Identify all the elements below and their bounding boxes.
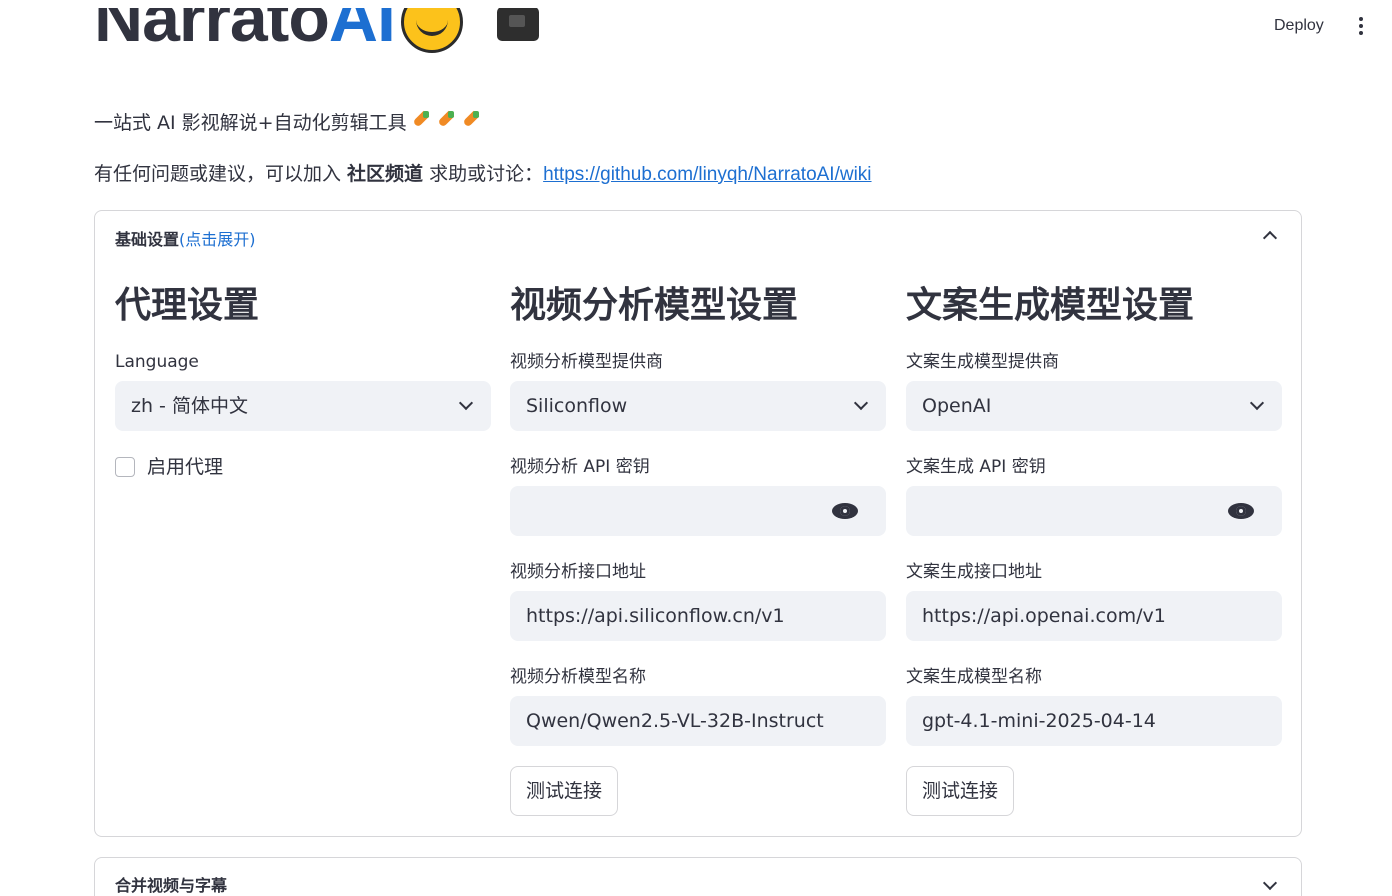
carrot-emoji-icon [410, 111, 432, 133]
deploy-button[interactable]: Deploy [1266, 14, 1332, 38]
video-model-name-input[interactable]: Qwen/Qwen2.5-VL-32B-Instruct [510, 696, 886, 746]
main-menu-icon[interactable] [1350, 14, 1372, 38]
chevron-down-icon[interactable] [1262, 875, 1278, 891]
page-title: Narrato AI [94, 8, 539, 78]
carrot-emoji-icon [435, 111, 457, 133]
enable-proxy-checkbox[interactable] [115, 457, 135, 477]
text-base-url-input[interactable]: https://api.openai.com/v1 [906, 591, 1282, 641]
subtitle: 一站式 AI 影视解说+自动化剪辑工具 [94, 109, 482, 137]
community-channel-label: 社区频道 [347, 163, 424, 185]
text-api-key-label: 文案生成 API 密钥 [906, 457, 1046, 477]
chevron-down-icon [853, 395, 869, 411]
text-model-name-input[interactable]: gpt-4.1-mini-2025-04-14 [906, 696, 1282, 746]
chevron-down-icon [458, 395, 474, 411]
text-test-connection-button[interactable]: 测试连接 [906, 766, 1015, 816]
eye-icon[interactable] [832, 503, 858, 519]
expand-hint: (点击展开) [179, 230, 256, 249]
wiki-link[interactable]: https://github.com/linyqh/NarratoAI/wiki [543, 164, 871, 185]
language-select[interactable]: zh - 简体中文 [115, 381, 491, 431]
video-api-key-input[interactable] [510, 486, 886, 536]
video-base-url-input[interactable]: https://api.siliconflow.cn/v1 [510, 591, 886, 641]
eye-icon[interactable] [1228, 503, 1254, 519]
chevron-down-icon [1249, 395, 1265, 411]
subtitle-text: 一站式 AI 影视解说+自动化剪辑工具 [94, 112, 407, 134]
video-provider-select[interactable]: Siliconflow [510, 381, 886, 431]
title-part-2: AI [328, 8, 396, 56]
language-label: Language [115, 352, 199, 372]
text-api-key-input[interactable] [906, 486, 1282, 536]
enable-proxy-label: 启用代理 [147, 456, 224, 478]
video-provider-label: 视频分析模型提供商 [510, 352, 663, 372]
chevron-up-icon[interactable] [1262, 230, 1278, 246]
text-provider-value: OpenAI [922, 395, 992, 417]
help-text: 有任何问题或建议，可以加入 社区频道 求助或讨论：https://github.… [94, 160, 872, 189]
movie-camera-emoji-icon [496, 8, 539, 41]
merge-section-title: 合并视频与字幕 [115, 876, 228, 895]
language-value: zh - 简体中文 [131, 395, 248, 417]
basic-settings-expander: 基础设置(点击展开) 代理设置 Language zh - 简体中文 启用代理 … [94, 210, 1302, 837]
merge-video-subtitle-expander[interactable]: 合并视频与字幕 [94, 857, 1302, 896]
video-base-url-label: 视频分析接口地址 [510, 562, 646, 582]
video-test-connection-button[interactable]: 测试连接 [510, 766, 619, 816]
video-api-key-label: 视频分析 API 密钥 [510, 457, 650, 477]
text-base-url-label: 文案生成接口地址 [906, 562, 1042, 582]
text-model-name-label: 文案生成模型名称 [906, 667, 1042, 687]
title-part-1: Narrato [94, 8, 330, 56]
carrot-emoji-icon [460, 111, 482, 133]
video-model-name-label: 视频分析模型名称 [510, 667, 646, 687]
text-model-heading: 文案生成模型设置 [906, 285, 1195, 326]
smile-emoji-icon [400, 8, 463, 53]
basic-settings-title: 基础设置 [115, 230, 180, 249]
text-provider-select[interactable]: OpenAI [906, 381, 1282, 431]
help-prefix: 有任何问题或建议，可以加入 [94, 163, 348, 185]
video-model-heading: 视频分析模型设置 [510, 285, 799, 326]
basic-settings-header[interactable]: 基础设置(点击展开) [115, 229, 256, 251]
proxy-settings-heading: 代理设置 [115, 285, 260, 326]
text-provider-label: 文案生成模型提供商 [906, 352, 1059, 372]
video-provider-value: Siliconflow [526, 395, 628, 417]
help-middle: 求助或讨论： [423, 163, 544, 185]
enable-proxy-row[interactable]: 启用代理 [115, 455, 223, 479]
